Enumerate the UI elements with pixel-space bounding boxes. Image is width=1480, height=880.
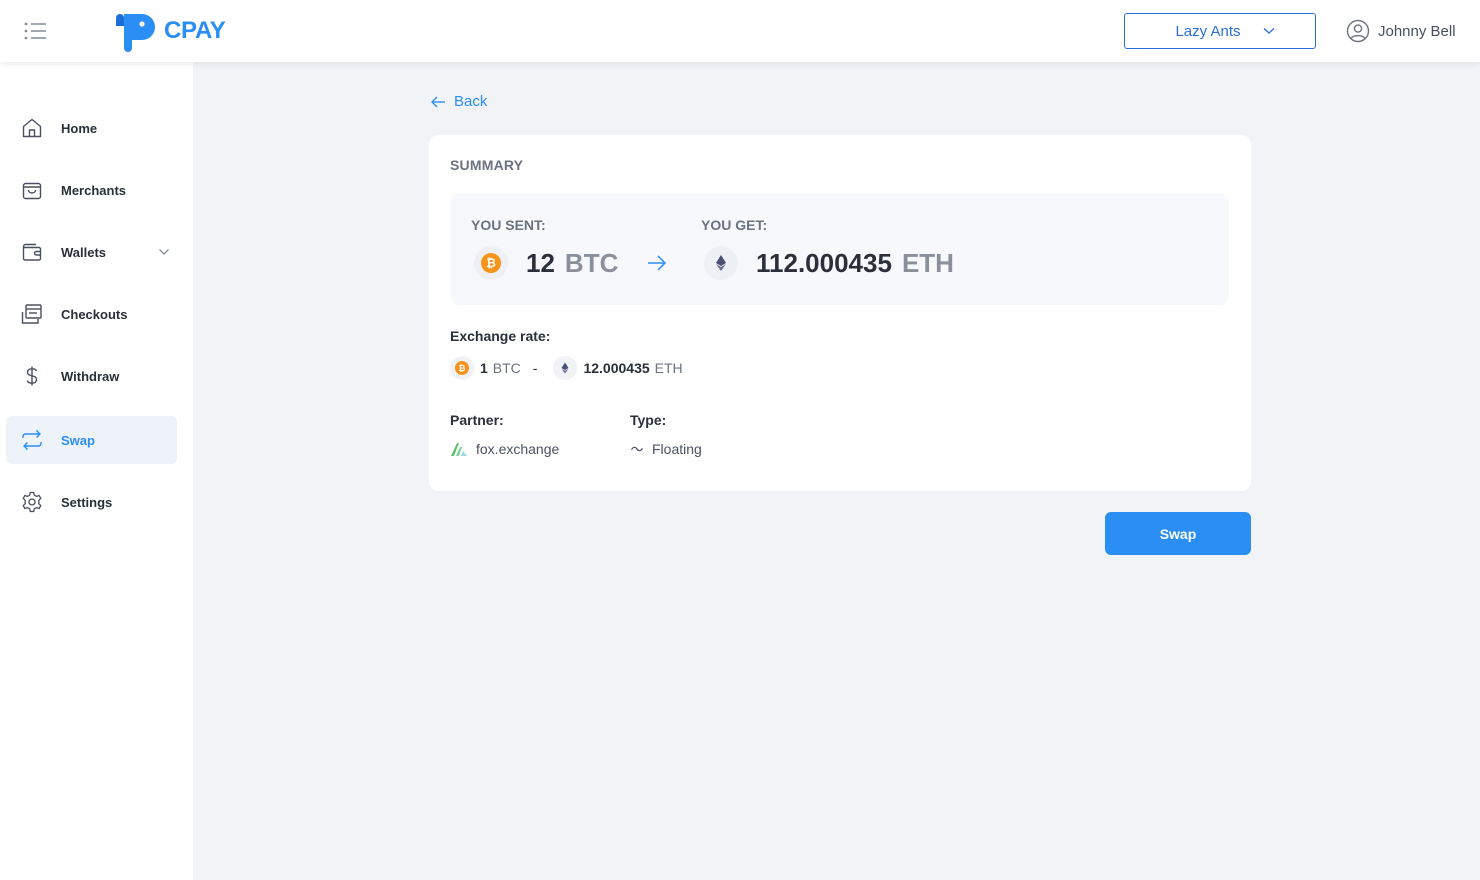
- menu-toggle-button[interactable]: [22, 18, 50, 44]
- sidebar-item-wallets[interactable]: Wallets: [6, 228, 177, 276]
- sidebar-item-label: Checkouts: [61, 306, 128, 322]
- gear-icon: [22, 491, 42, 513]
- sidebar-item-withdraw[interactable]: Withdraw: [6, 352, 177, 400]
- sidebar-item-label: Swap: [61, 432, 95, 448]
- sidebar-item-home[interactable]: Home: [6, 104, 177, 152]
- tilde-icon: [631, 446, 643, 452]
- sent-amount: 12: [526, 247, 555, 278]
- type-name: Floating: [652, 441, 702, 457]
- checkout-icon: [21, 304, 42, 324]
- sent-currency: BTC: [564, 247, 619, 278]
- dollar-icon: [26, 366, 38, 386]
- swap-icon: [22, 430, 42, 450]
- rate-from-amount: 1: [480, 360, 488, 376]
- bag-icon: [22, 182, 42, 200]
- user-avatar-icon: [1346, 19, 1370, 43]
- home-icon: [22, 118, 42, 138]
- organization-select-value: Lazy Ants: [1175, 22, 1241, 40]
- rate-to-currency: ETH: [654, 360, 683, 376]
- menu-icon: [24, 22, 46, 40]
- chevron-down-icon: [1263, 28, 1274, 34]
- ethereum-icon: [716, 255, 726, 271]
- back-label: Back: [454, 93, 488, 110]
- bitcoin-icon: ₿: [481, 253, 501, 273]
- sidebar-item-swap[interactable]: Swap: [6, 416, 177, 464]
- sidebar-item-label: Home: [61, 120, 98, 136]
- summary-card: SUMMARY YOU SENT: ₿ 12 BTC YOU GET: 112.…: [429, 135, 1251, 491]
- fox-exchange-logo-icon: [451, 443, 467, 456]
- you-sent-label: YOU SENT:: [471, 217, 546, 233]
- you-get-label: YOU GET:: [701, 217, 768, 233]
- type-value: Floating: [630, 441, 702, 457]
- partner-name: fox.exchange: [476, 441, 560, 457]
- ethereum-icon: [561, 362, 569, 374]
- sidebar-item-label: Settings: [61, 494, 113, 510]
- partner-value: fox.exchange: [450, 441, 559, 457]
- exchange-rate-label: Exchange rate:: [450, 328, 551, 344]
- cpay-logo-icon: [116, 14, 155, 52]
- bitcoin-icon: ₿: [455, 361, 469, 375]
- rate-separator: -: [532, 360, 538, 376]
- rate-to-amount: 12.000435: [583, 360, 650, 376]
- rate-from-currency: BTC: [492, 360, 521, 376]
- type-label: Type:: [630, 412, 667, 428]
- svg-text:₿: ₿: [459, 363, 466, 374]
- sidebar-item-label: Withdraw: [61, 368, 120, 384]
- arrow-left-icon: [431, 96, 445, 107]
- get-currency: ETH: [901, 247, 954, 278]
- logo-text: CPAY: [164, 17, 226, 44]
- organization-select[interactable]: Lazy Ants: [1124, 13, 1316, 49]
- user-name: Johnny Bell: [1378, 22, 1456, 40]
- svg-text:₿: ₿: [486, 256, 496, 270]
- arrow-right-icon: [648, 255, 667, 271]
- top-header: CPAY Lazy Ants Johnny Bell: [0, 0, 1480, 62]
- swap-button[interactable]: Swap: [1105, 512, 1251, 555]
- exchange-rate-value: ₿ 1 BTC - 12.000435 ETH: [450, 356, 683, 380]
- partner-label: Partner:: [450, 412, 504, 428]
- you-get-amount: 112.000435 ETH: [704, 246, 954, 280]
- chevron-down-icon[interactable]: [158, 248, 170, 256]
- summary-title: SUMMARY: [450, 157, 524, 173]
- sidebar: Home Merchants Wallets Checkouts Withdra…: [0, 62, 193, 880]
- sidebar-item-merchants[interactable]: Merchants: [6, 166, 177, 214]
- swap-summary-box: YOU SENT: ₿ 12 BTC YOU GET: 112.000435 E…: [450, 194, 1229, 305]
- sidebar-item-label: Wallets: [61, 244, 107, 260]
- user-menu[interactable]: Johnny Bell: [1346, 19, 1456, 43]
- back-link[interactable]: Back: [430, 93, 487, 110]
- sidebar-item-settings[interactable]: Settings: [6, 478, 177, 526]
- get-amount: 112.000435: [756, 247, 892, 278]
- you-sent-amount: ₿ 12 BTC: [474, 246, 618, 280]
- cpay-logo[interactable]: CPAY: [114, 10, 226, 52]
- sidebar-item-checkouts[interactable]: Checkouts: [6, 290, 177, 338]
- wallet-icon: [22, 243, 42, 261]
- sidebar-item-label: Merchants: [61, 182, 127, 198]
